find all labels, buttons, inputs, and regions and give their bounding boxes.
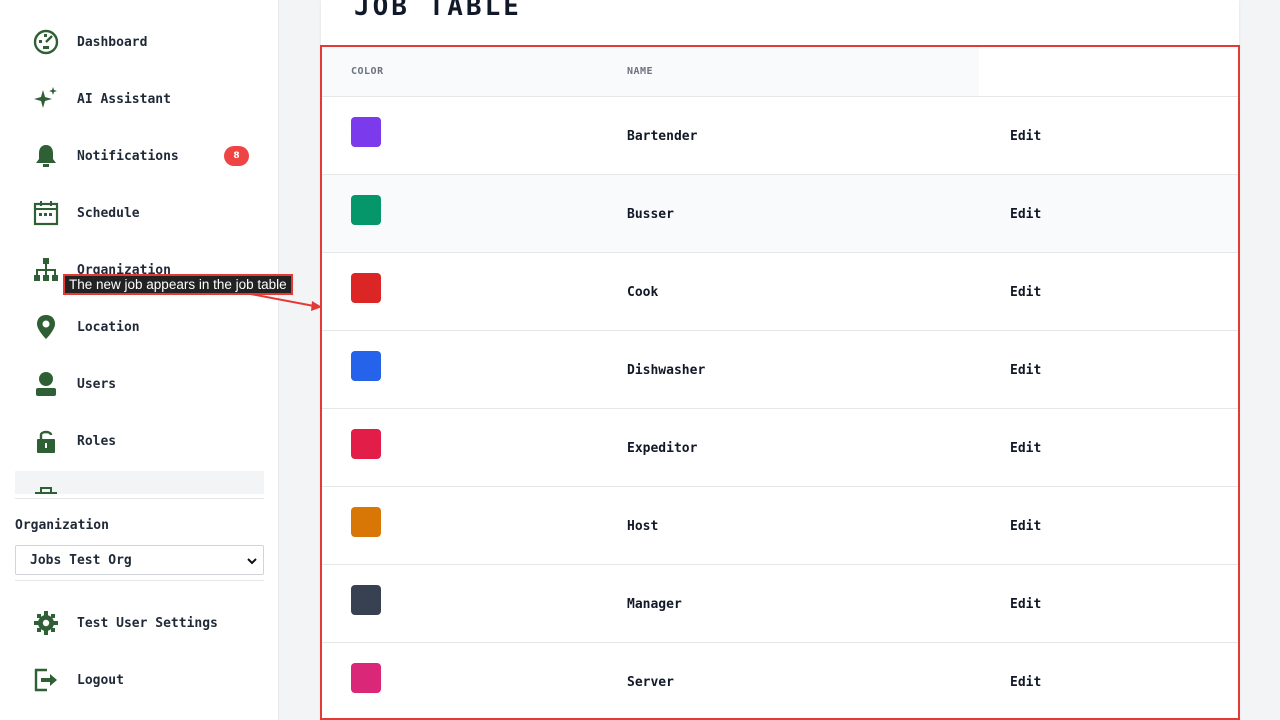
organization-select-value: Jobs Test Org bbox=[30, 552, 132, 568]
sidebar-item-notifications[interactable]: Notifications 8 bbox=[30, 136, 260, 176]
job-name: Expeditor bbox=[627, 441, 698, 456]
job-name: Busser bbox=[627, 207, 674, 222]
sidebar-item-label: Location bbox=[77, 319, 140, 335]
edit-button[interactable]: Edit bbox=[1010, 285, 1041, 300]
edit-button[interactable]: Edit bbox=[1010, 597, 1041, 612]
column-header-color: COLOR bbox=[351, 66, 384, 77]
job-color-swatch bbox=[351, 195, 381, 225]
dashboard-icon bbox=[30, 26, 62, 58]
sidebar-item-label: Notifications bbox=[77, 148, 179, 164]
sidebar-item-users[interactable]: Users bbox=[30, 364, 260, 404]
sidebar-item-ai-assistant[interactable]: AI Assistant bbox=[30, 79, 260, 119]
sidebar-item-label: Dashboard bbox=[77, 34, 148, 50]
briefcase-icon bbox=[30, 483, 62, 494]
table-header: COLOR NAME bbox=[321, 47, 979, 96]
sidebar-divider bbox=[15, 580, 264, 581]
job-color-swatch bbox=[351, 273, 381, 303]
job-name: Server bbox=[627, 675, 674, 690]
job-name: Host bbox=[627, 519, 659, 534]
job-color-swatch bbox=[351, 585, 381, 615]
sidebar-item-label: Schedule bbox=[77, 205, 140, 221]
table-row: Bartender Edit bbox=[321, 97, 1238, 175]
annotation-callout: The new job appears in the job table bbox=[63, 274, 293, 295]
logout-icon bbox=[30, 664, 62, 696]
table-row: Manager Edit bbox=[321, 565, 1238, 643]
sidebar-item-logout[interactable]: Logout bbox=[30, 660, 260, 700]
sidebar-item-jobs-partial[interactable] bbox=[15, 471, 264, 494]
lock-icon bbox=[30, 425, 62, 457]
edit-button[interactable]: Edit bbox=[1010, 129, 1041, 144]
table-row: Busser Edit bbox=[321, 175, 1238, 253]
organization-select[interactable]: Jobs Test Org bbox=[15, 545, 264, 575]
table-row: Dishwasher Edit bbox=[321, 331, 1238, 409]
sidebar-item-label: Roles bbox=[77, 433, 117, 449]
column-header-name: NAME bbox=[627, 66, 654, 77]
bell-icon bbox=[30, 140, 62, 172]
sidebar-item-label: Logout bbox=[77, 672, 124, 688]
organization-label: Organization bbox=[15, 518, 109, 533]
sidebar-item-label: Users bbox=[77, 376, 117, 392]
page-title: JOB TABLE bbox=[354, 0, 522, 22]
edit-button[interactable]: Edit bbox=[1010, 207, 1041, 222]
job-color-swatch bbox=[351, 663, 381, 693]
job-color-swatch bbox=[351, 351, 381, 381]
user-icon bbox=[30, 368, 62, 400]
edit-button[interactable]: Edit bbox=[1010, 675, 1041, 690]
edit-button[interactable]: Edit bbox=[1010, 363, 1041, 378]
sidebar-item-label: AI Assistant bbox=[77, 91, 171, 107]
edit-button[interactable]: Edit bbox=[1010, 441, 1041, 456]
gear-icon bbox=[30, 607, 62, 639]
job-name: Cook bbox=[627, 285, 659, 300]
chevron-down-icon bbox=[247, 555, 257, 565]
calendar-icon bbox=[30, 197, 62, 229]
table-row: Cook Edit bbox=[321, 253, 1238, 331]
sidebar-item-schedule[interactable]: Schedule bbox=[30, 193, 260, 233]
table-row: Expeditor Edit bbox=[321, 409, 1238, 487]
sidebar-item-dashboard[interactable]: Dashboard bbox=[30, 22, 260, 62]
sidebar-item-location[interactable]: Location bbox=[30, 307, 260, 347]
job-name: Manager bbox=[627, 597, 682, 612]
sidebar: Dashboard AI Assistant Notifications 8 S… bbox=[0, 0, 279, 720]
sidebar-item-roles[interactable]: Roles bbox=[30, 421, 260, 461]
sidebar-item-settings[interactable]: Test User Settings bbox=[30, 603, 260, 643]
job-name: Bartender bbox=[627, 129, 698, 144]
edit-button[interactable]: Edit bbox=[1010, 519, 1041, 534]
job-name: Dishwasher bbox=[627, 363, 706, 378]
job-color-swatch bbox=[351, 429, 381, 459]
org-chart-icon bbox=[30, 254, 62, 286]
location-pin-icon bbox=[30, 311, 62, 343]
sidebar-item-label: Test User Settings bbox=[77, 615, 218, 631]
job-color-swatch bbox=[351, 117, 381, 147]
table-row: Host Edit bbox=[321, 487, 1238, 565]
sparkle-icon bbox=[30, 83, 62, 115]
job-color-swatch bbox=[351, 507, 381, 537]
notification-count-badge: 8 bbox=[224, 146, 249, 166]
sidebar-divider bbox=[15, 498, 264, 499]
table-row: Server Edit bbox=[321, 643, 1238, 720]
